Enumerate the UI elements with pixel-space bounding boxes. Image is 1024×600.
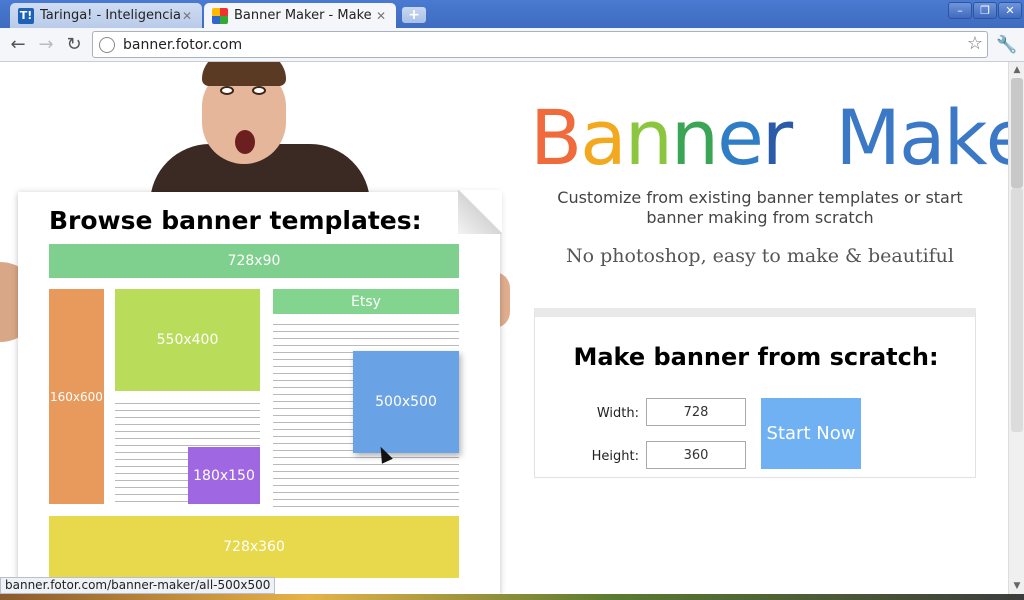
logo-letter: a: [898, 93, 946, 182]
scroll-down-arrow-icon[interactable]: ▼: [1009, 578, 1024, 594]
logo-letter: k: [943, 93, 988, 182]
template-728x360[interactable]: 728x360: [49, 516, 459, 578]
template-550x400[interactable]: 550x400: [115, 289, 260, 391]
new-tab-button[interactable]: +: [402, 7, 426, 23]
template-728x90[interactable]: 728x90: [49, 244, 459, 278]
logo-letter: a: [580, 93, 627, 182]
logo-letter: n: [624, 93, 673, 182]
back-arrow-icon[interactable]: ←: [6, 32, 30, 56]
make-from-scratch-title: Make banner from scratch:: [573, 343, 939, 371]
maximize-window-icon[interactable]: ❐: [973, 2, 997, 19]
sub-tagline: No photoshop, easy to make & beautiful: [565, 245, 954, 267]
browser-toolbar: ← → ↻ banner.fotor.com ☆ 🔧: [0, 28, 1024, 62]
make-from-scratch-panel: Make banner from scratch: Width: Height:…: [534, 308, 976, 478]
address-bar[interactable]: banner.fotor.com ☆: [92, 31, 988, 58]
start-now-button[interactable]: Start Now: [761, 398, 861, 469]
logo-letter: n: [670, 93, 719, 182]
status-bar-url: banner.fotor.com/banner-maker/all-500x50…: [0, 577, 276, 594]
width-input[interactable]: [646, 398, 746, 426]
template-160x600[interactable]: 160x600: [49, 289, 104, 504]
tab-title: Banner Maker - Make ...: [234, 8, 374, 23]
forward-arrow-icon[interactable]: →: [34, 32, 58, 56]
tab-strip: T! Taringa! - Inteligencia... ✕ Banner M…: [0, 0, 1024, 28]
minimize-window-icon[interactable]: –: [948, 2, 972, 19]
template-etsy[interactable]: Etsy: [273, 289, 459, 314]
height-label: Height:: [591, 449, 639, 464]
tab-title: Taringa! - Inteligencia...: [40, 8, 180, 23]
bookmark-star-icon[interactable]: ☆: [967, 33, 983, 54]
globe-icon: [99, 36, 115, 53]
taringa-favicon-icon: T!: [18, 7, 34, 24]
logo-letter: B: [530, 93, 582, 182]
close-tab-icon[interactable]: ✕: [180, 9, 194, 23]
close-tab-icon[interactable]: ✕: [374, 9, 388, 23]
height-input[interactable]: [646, 441, 746, 469]
address-url[interactable]: banner.fotor.com: [123, 37, 242, 53]
banner-maker-logo: Banner Maker: [530, 100, 1008, 176]
desktop-taskbar: [0, 594, 1024, 600]
template-500x500[interactable]: 500x500: [353, 351, 459, 453]
templates-paper: Browse banner templates: 728x90 160x600 …: [18, 190, 502, 594]
page-viewport: Browse banner templates: 728x90 160x600 …: [0, 62, 1008, 594]
scrollbar-thumb[interactable]: [1011, 78, 1023, 188]
tab-banner-maker[interactable]: Banner Maker - Make ... ✕: [204, 3, 396, 28]
template-180x150[interactable]: 180x150: [188, 447, 260, 504]
logo-letter: e: [717, 93, 764, 182]
logo-letter: r: [761, 93, 793, 182]
logo-letter: e: [986, 100, 1008, 176]
width-label: Width:: [596, 406, 639, 421]
logo-letter: [791, 100, 835, 176]
surprised-man-image: [150, 62, 370, 224]
scrollbar-track[interactable]: [1011, 188, 1023, 432]
scroll-up-arrow-icon[interactable]: ▲: [1009, 62, 1024, 78]
fotor-favicon-icon: [212, 7, 228, 24]
paper-curl: [458, 190, 502, 234]
close-window-icon[interactable]: ✕: [998, 2, 1022, 19]
browse-templates-title: Browse banner templates:: [49, 206, 422, 235]
logo-letter: M: [835, 93, 901, 182]
page-scrollbar[interactable]: ▲ ▼: [1008, 62, 1024, 594]
tagline: Customize from existing banner templates…: [557, 188, 963, 227]
wrench-menu-icon[interactable]: 🔧: [996, 34, 1018, 56]
tab-taringa[interactable]: T! Taringa! - Inteligencia... ✕: [10, 3, 202, 28]
reload-icon[interactable]: ↻: [62, 32, 86, 56]
